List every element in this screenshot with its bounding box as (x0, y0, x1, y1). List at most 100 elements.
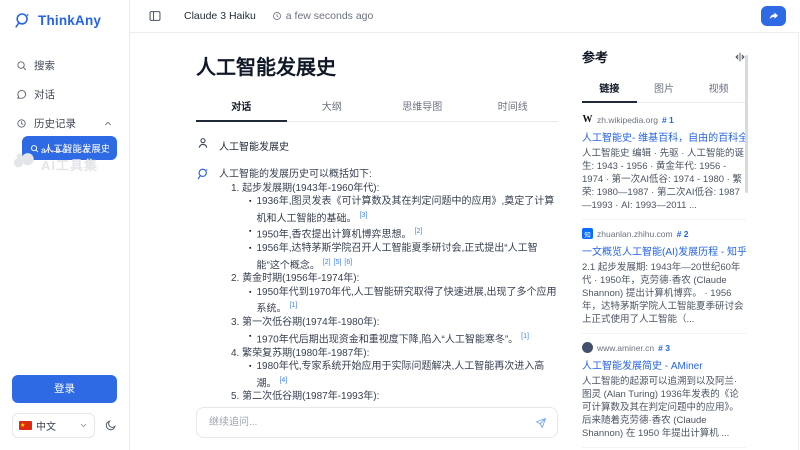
answer-bullet: ▪ 1950年,香农提出计算机博弈思想。[2] (249, 225, 558, 242)
assistant-message: 人工智能的发展历史可以概括如下: 1. 起步发展期(1943年-1960年代):… (196, 166, 558, 401)
clock-icon (272, 11, 282, 21)
references-panel: 参考 链接图片视频 Wzh.wikipedia.org # 1 人工智能史- 维基百… (564, 33, 800, 450)
answer-bullet: ▪1956年,达特茅斯学院召开人工智能夏季研讨会,正式提出“人工智能”这个概念。… (249, 242, 558, 272)
answer-list: 1. 起步发展期(1943年-1960年代):▪1936年,图灵发表《可计算数及… (219, 182, 558, 402)
reference-domain: zh.wikipedia.org (597, 115, 658, 125)
sidebar-menu: 搜索对话历史记录 (0, 54, 129, 135)
answer-item-title: 1. 起步发展期(1943年-1960年代): (231, 182, 558, 196)
followup-input[interactable] (207, 416, 535, 429)
send-button[interactable] (535, 417, 547, 429)
model-name: Claude 3 Haiku (184, 10, 256, 22)
answer-bullet: ▪1970年代后期出现资金和重视度下降,陷入“人工智能寒冬”。[1] (249, 330, 558, 347)
assistant-avatar-icon (196, 166, 212, 401)
chevron-down-icon (79, 421, 88, 430)
citation-link[interactable]: [2] (415, 228, 423, 235)
answer-bullet-text: 1950年,香农提出计算机博弈思想。[2] (256, 225, 422, 242)
bullet-marker: ▪ (249, 225, 251, 242)
refs-tabs: 链接图片视频 (582, 75, 746, 103)
reference-item: www.aminer.cn# 3 人工智能发展简史 - AMiner 人工智能的起源… (582, 333, 746, 447)
dark-mode-toggle[interactable] (104, 419, 117, 432)
chat-column: 人工智能发展史 对话大纲思维导图时间线 人工智能发展史 (130, 33, 564, 450)
assistant-answer: 人工智能的发展历史可以概括如下: 1. 起步发展期(1943年-1960年代):… (219, 166, 558, 401)
timestamp-label: a few seconds ago (286, 10, 374, 22)
citation-link[interactable]: [4] (279, 377, 287, 384)
reference-meta: www.aminer.cn# 3 (582, 342, 746, 353)
refs-tab-3[interactable]: 视频 (691, 75, 746, 103)
reference-snippet: 2.1 起步发展期: 1943年—20世纪60年代 · 1950年，克劳德·香农… (582, 261, 746, 326)
answer-bullet: ▪1936年,图灵发表《可计算数及其在判定问题中的应用》,奠定了计算机和人工智能… (249, 195, 558, 225)
user-message: 人工智能发展史 (196, 135, 558, 153)
citation-link[interactable]: [6] (344, 259, 352, 266)
main-tabs: 对话大纲思维导图时间线 (196, 92, 558, 122)
chat-icon (16, 89, 27, 100)
answer-item-title: 3. 第一次低谷期(1974年-1980年): (231, 316, 558, 330)
answer-item-title: 2. 黄金时期(1956年-1974年): (231, 272, 558, 286)
refs-tab-1[interactable]: 链接 (582, 75, 637, 103)
answer-bullet: ▪1950年代到1970年代,人工智能研究取得了快速进展,出现了多个应用系统。[… (249, 286, 558, 316)
reference-title-link[interactable]: 人工智能发展简史 - AMiner (582, 357, 746, 372)
user-message-text: 人工智能发展史 (219, 135, 289, 153)
reference-meta: Wzh.wikipedia.org # 1 (582, 114, 746, 125)
main-tab-2[interactable]: 大纲 (287, 92, 378, 122)
reference-item: Wzh.wikipedia.org# 1人工智能史- 维基百科，自由的百科全书人… (582, 106, 746, 219)
share-icon (768, 10, 780, 22)
moon-icon (104, 419, 117, 432)
references-scrollbar[interactable] (745, 55, 748, 193)
sidebar-history-active-item[interactable]: 人工智能发展史 (22, 136, 117, 160)
search-icon (30, 144, 39, 153)
chevron-up-icon[interactable] (103, 119, 113, 129)
brand-name: ThinkAny (38, 13, 101, 28)
sidebar-item-chat[interactable]: 对话 (12, 83, 117, 106)
reference-domain: www.aminer.cn (597, 343, 654, 353)
sidebar-item-label: 历史记录 (34, 116, 76, 131)
sidebar-footer: 登录 ★ 中文 (0, 375, 129, 450)
language-label: 中文 (36, 418, 56, 433)
bullet-marker: ▪ (249, 360, 251, 390)
citation-link[interactable]: [5] (334, 259, 342, 266)
citation-link[interactable]: [1] (289, 302, 297, 309)
answer-item: 3. 第一次低谷期(1974年-1980年):▪1970年代后期出现资金和重视度… (219, 316, 558, 346)
main-tab-4[interactable]: 时间线 (468, 92, 559, 122)
answer-bullet-text: 1956年,达特茅斯学院召开人工智能夏季研讨会,正式提出“人工智能”这个概念。[… (256, 242, 558, 272)
sidebar-item-search[interactable]: 搜索 (12, 54, 117, 77)
aminer-favicon (582, 342, 593, 353)
answer-bullet-text: 1936年,图灵发表《可计算数及其在判定问题中的应用》,奠定了计算机和人工智能的… (256, 195, 558, 225)
answer-bullet-text: 1980年代,专家系统开始应用于实际问题解决,人工智能再次进入高潮。[4] (256, 360, 558, 390)
sidebar: ThinkAny 搜索对话历史记录 人工智能发展史 ai-bot.cn AI工具… (0, 0, 130, 450)
answer-item-title: 4. 繁荣复苏期(1980年-1987年): (231, 347, 558, 361)
reference-snippet: 人工智能的起源可以追溯到以及阿兰·图灵 (Alan Turing) 1936年发… (582, 375, 746, 440)
search-icon (16, 60, 27, 71)
brand[interactable]: ThinkAny (0, 0, 129, 30)
app-root: ThinkAny 搜索对话历史记录 人工智能发展史 ai-bot.cn AI工具… (0, 0, 800, 450)
reference-title-link[interactable]: 人工智能史- 维基百科，自由的百科全书 (582, 129, 746, 144)
reference-domain: zhuanlan.zhihu.com (597, 229, 673, 239)
page-title: 人工智能发展史 (196, 51, 558, 80)
answer-item: 1. 起步发展期(1943年-1960年代):▪1936年,图灵发表《可计算数及… (219, 182, 558, 273)
answer-item: 2. 黄金时期(1956年-1974年):▪1950年代到1970年代,人工智能… (219, 272, 558, 316)
chat-messages: 人工智能发展史 人工智能的发展历史可以概括如下: 1. 起步发展期(1943年-… (196, 122, 558, 401)
sidebar-item-history[interactable]: 历史记录 (12, 112, 117, 135)
history-icon (16, 118, 27, 129)
references-title: 参考 (582, 47, 608, 66)
send-icon (535, 417, 547, 429)
share-button[interactable] (761, 6, 786, 26)
bullet-marker: ▪ (249, 330, 251, 347)
reference-rank: # 1 (662, 115, 674, 125)
citation-link[interactable]: [3] (359, 212, 367, 219)
main-tab-1[interactable]: 对话 (196, 92, 287, 122)
thinkany-logo-icon (13, 11, 32, 30)
language-selector[interactable]: ★ 中文 (12, 413, 95, 438)
refs-tab-2[interactable]: 图片 (637, 75, 692, 103)
citation-link[interactable]: [1] (521, 333, 529, 340)
wikipedia-favicon: W (582, 114, 593, 125)
login-button[interactable]: 登录 (12, 375, 117, 403)
sidebar-item-label: 对话 (34, 87, 55, 102)
collapse-sidebar-button[interactable] (148, 9, 162, 23)
collapse-sidebar-icon (148, 9, 162, 23)
citation-link[interactable]: [2] (323, 259, 331, 266)
answer-item: 5. 第二次低谷期(1987年-1993年):▪1980年代后期,专家系统的局限… (219, 390, 558, 401)
reference-title-link[interactable]: 一文概览人工智能(AI)发展历程 - 知乎专栏 (582, 243, 746, 258)
answer-intro: 人工智能的发展历史可以概括如下: (219, 166, 558, 182)
bullet-marker: ▪ (249, 195, 251, 225)
main-tab-3[interactable]: 思维导图 (377, 92, 468, 122)
